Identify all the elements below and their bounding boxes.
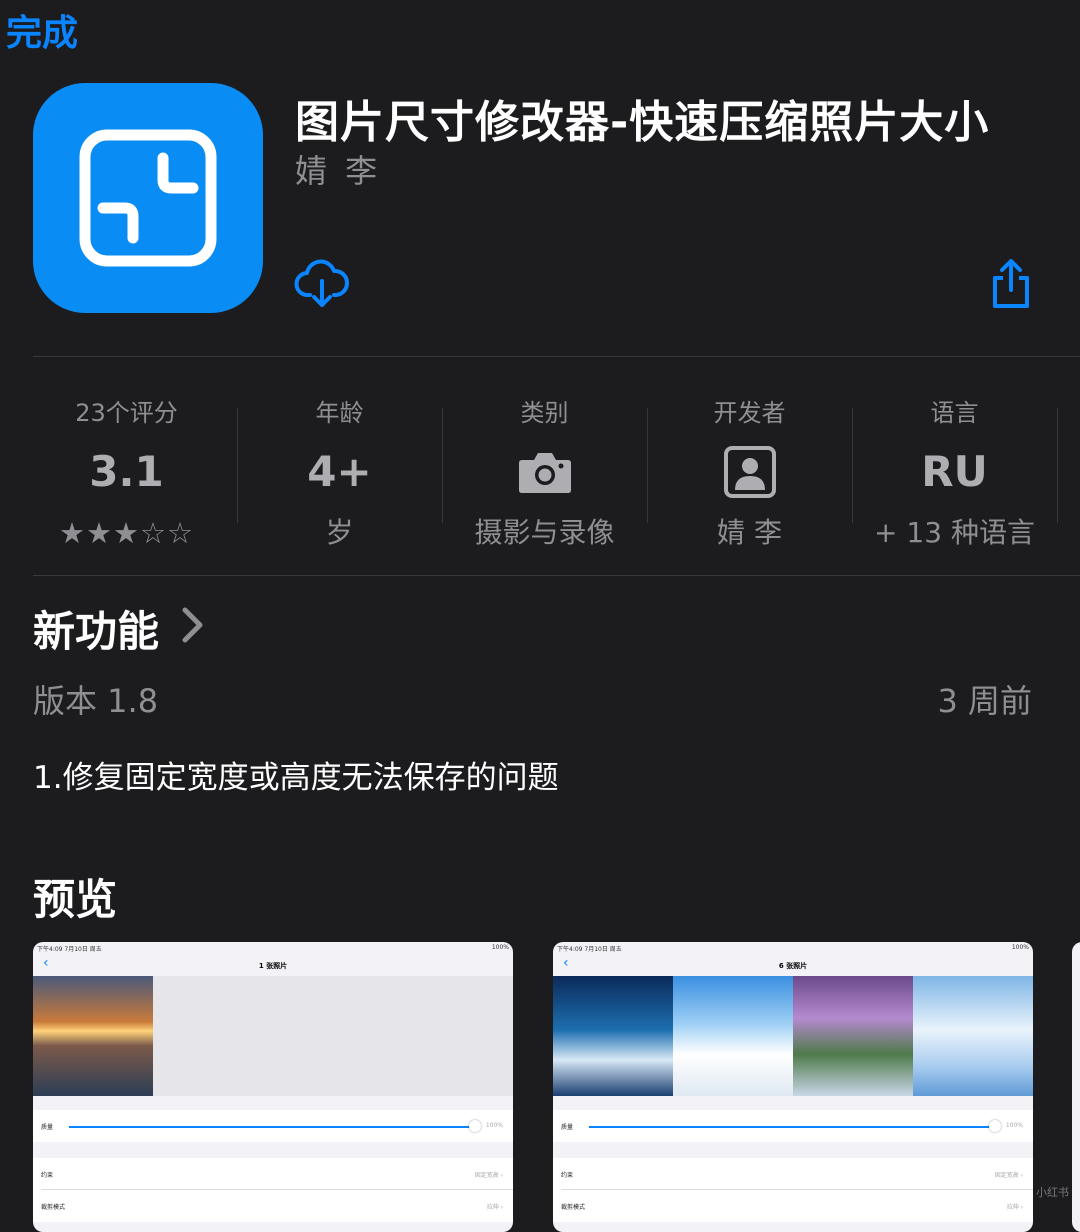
quality-row: 质量 100% (33, 1110, 513, 1142)
release-age: 3 周前 (937, 682, 1032, 720)
constraint-row: 约束 固定宽高 › (33, 1158, 513, 1190)
photo-thumbnail (673, 976, 793, 1096)
cloud-download-icon (294, 259, 349, 307)
share-button[interactable] (987, 258, 1035, 310)
battery-status: 100% (491, 944, 509, 951)
constraint-label: 约束 (41, 1172, 54, 1179)
photo-thumbnail (913, 976, 1033, 1096)
constraint-row: 约束 固定宽高 › (553, 1158, 1033, 1190)
quality-value: 100% (1005, 1122, 1023, 1129)
info-label: 23个评分 (75, 399, 178, 427)
preview-screenshot-1[interactable]: 下午4:09 7月10日 周五 100% ‹ 1 张照片 质量 100% 约束 … (33, 942, 513, 1232)
constraint-label: 约束 (561, 1172, 574, 1179)
release-notes: 1.修复固定宽度或高度无法保存的问题 (33, 760, 559, 796)
info-language[interactable]: 语言 RU + 13 种语言 (852, 395, 1057, 553)
done-button[interactable]: 完成 (6, 4, 78, 56)
divider (33, 575, 1080, 576)
info-ratings: 23个评分 3.1 ★★★☆☆ (24, 395, 229, 553)
rating-value: 3.1 (89, 447, 164, 496)
star-rating-icon: ★★★☆☆ (59, 516, 194, 550)
photo-grid (553, 976, 1033, 1096)
battery-status: 100% (1011, 944, 1029, 951)
slider-knob (989, 1120, 1001, 1132)
constraint-value: 固定宽高 › (474, 1172, 503, 1179)
info-label: 类别 (520, 399, 569, 427)
quality-slider (589, 1126, 991, 1128)
quality-label: 质量 (41, 1124, 54, 1131)
more-languages: + 13 种语言 (874, 516, 1035, 549)
person-icon (647, 431, 852, 513)
quality-slider (69, 1126, 471, 1128)
divider (1057, 408, 1058, 523)
app-icon (33, 83, 263, 313)
camera-icon (442, 431, 647, 513)
preview-screenshot-2[interactable]: 下午4:09 7月10日 周五 100% ‹ 6 张照片 质量 100% 约束 … (553, 942, 1033, 1232)
developer-name: 婧 李 (717, 516, 782, 549)
crop-row: 裁剪模式 拉伸 › (553, 1190, 1033, 1222)
divider (33, 356, 1080, 357)
watermark: 小红书 (1036, 1186, 1069, 1199)
photo-thumbnail (553, 976, 673, 1096)
slider-knob (469, 1120, 481, 1132)
language-code: RU (921, 447, 988, 496)
age-value: 4+ (307, 447, 372, 496)
info-category[interactable]: 类别 摄影与录像 (442, 395, 647, 553)
resize-icon (79, 129, 217, 267)
info-age: 年龄 4+ 岁 (237, 395, 442, 553)
quality-label: 质量 (561, 1124, 574, 1131)
category-name: 摄影与录像 (474, 516, 615, 549)
info-label: 语言 (930, 399, 979, 427)
app-title: 图片尺寸修改器-快速压缩照片大小 (295, 97, 990, 148)
quality-value: 100% (485, 1122, 503, 1129)
chevron-right-icon[interactable] (180, 606, 206, 644)
download-button[interactable] (294, 255, 350, 311)
crop-row: 裁剪模式 拉伸 › (33, 1190, 513, 1222)
photo-thumbnail (33, 976, 153, 1096)
nav-title: 6 张照片 (778, 962, 808, 970)
age-unit: 岁 (325, 516, 354, 549)
share-icon (993, 259, 1029, 308)
preview-title: 预览 (33, 875, 118, 924)
whats-new-title[interactable]: 新功能 (33, 598, 159, 659)
quality-row: 质量 100% (553, 1110, 1033, 1142)
photo-grid (33, 976, 513, 1096)
info-developer[interactable]: 开发者 婧 李 (647, 395, 852, 553)
preview-screenshot-3[interactable] (1072, 942, 1080, 1232)
info-label: 开发者 (713, 399, 786, 427)
info-label: 年龄 (315, 399, 364, 427)
constraint-value: 固定宽高 › (994, 1172, 1023, 1179)
nav-title: 1 张照片 (258, 962, 288, 970)
app-developer-link[interactable]: 婧 李 (295, 146, 381, 192)
version-label: 版本 1.8 (33, 682, 159, 720)
photo-thumbnail (793, 976, 913, 1096)
